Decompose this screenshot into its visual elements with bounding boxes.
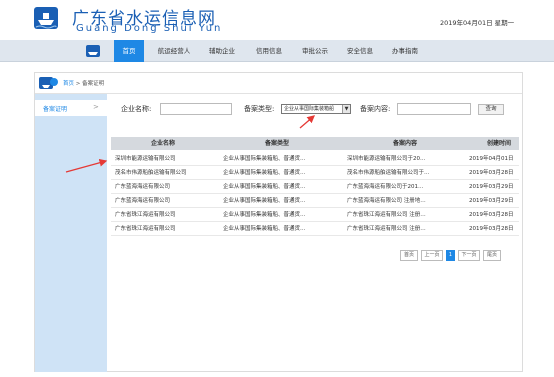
- cell-type: 企业从事国际集装箱船、普通货…: [223, 226, 306, 232]
- table-row[interactable]: 广东蓝海海运有限公司 企业从事国际集装箱船、普通货… 广东蓝海海运有限公司于20…: [111, 180, 519, 194]
- cell-type: 企业从事国际集装箱船、普通货…: [223, 170, 306, 176]
- sidebar: 备案证明 >: [35, 94, 107, 372]
- cell-content: 茂名市伟源船舶运输有限公司于…: [347, 170, 430, 176]
- cell-company[interactable]: 广东蓝海海运有限公司: [115, 194, 215, 208]
- nav-service-guide[interactable]: 办事指南: [388, 40, 422, 62]
- table-row[interactable]: 广东蓝海海运有限公司 企业从事国际集装箱船、普通货… 广东蓝海海运有限公司 注册…: [111, 194, 519, 208]
- chevron-right-icon: >: [93, 103, 99, 111]
- pager-current[interactable]: 1: [446, 250, 455, 261]
- cell-company[interactable]: 广东省珠江海运有限公司: [115, 222, 215, 236]
- header-filing-content: 备案内容: [393, 140, 418, 147]
- table-row[interactable]: 深圳市能源运输有限公司 企业从事国际集装箱船、普通货… 深圳市能源运输有限公司于…: [111, 152, 519, 166]
- sidebar-item-filing-certificate[interactable]: 备案证明 >: [35, 100, 107, 116]
- filing-type-label: 备案类型:: [244, 105, 275, 113]
- nav-auxiliary-enterprises[interactable]: 辅助企业: [205, 40, 239, 62]
- sidebar-item-label: 备案证明: [43, 106, 68, 113]
- table-row[interactable]: 茂名市伟源船舶运输有限公司 企业从事国际集装箱船、普通货… 茂名市伟源船舶运输有…: [111, 166, 519, 180]
- table-row[interactable]: 广东省珠江海运有限公司 企业从事国际集装箱船、普通货… 广东省珠江海运有限公司 …: [111, 208, 519, 222]
- cell-content: 深圳市能源运输有限公司于20…: [347, 156, 426, 162]
- nav-approval-notice[interactable]: 审批公示: [298, 40, 332, 62]
- breadcrumb-separator: >: [75, 81, 81, 87]
- filing-content-input[interactable]: [397, 103, 471, 115]
- filing-type-select[interactable]: 企业从事国际集装箱船 ▼: [281, 104, 351, 114]
- nav-credit-info[interactable]: 信用信息: [252, 40, 286, 62]
- pager-last[interactable]: 尾页: [483, 250, 501, 261]
- site-subtitle: Guang Dong Shui Yun: [76, 23, 223, 34]
- cell-date: 2019年03月28日: [469, 170, 514, 176]
- cell-company[interactable]: 广东蓝海海运有限公司: [115, 180, 215, 194]
- cell-date: 2019年03月29日: [469, 198, 514, 204]
- header-filing-type: 备案类型: [265, 140, 290, 147]
- ship-small-icon: [86, 45, 100, 57]
- ship-logo-icon[interactable]: [34, 7, 58, 29]
- table-row[interactable]: 广东省珠江海运有限公司 企业从事国际集装箱船、普通货… 广东省珠江海运有限公司 …: [111, 222, 519, 236]
- location-icon: [39, 77, 58, 89]
- current-date: 2019年04月01日 星期一: [440, 19, 515, 27]
- site-header: 广东省水运信息网 Guang Dong Shui Yun 2019年04月01日…: [0, 0, 554, 40]
- breadcrumb-current: 备案证明: [82, 81, 105, 87]
- company-name-input[interactable]: [160, 103, 232, 115]
- cell-date: 2019年03月29日: [469, 184, 514, 190]
- cell-content: 广东省珠江海运有限公司 注册…: [347, 212, 426, 218]
- divider: [35, 93, 522, 94]
- dropdown-arrow-icon[interactable]: ▼: [342, 105, 350, 113]
- pager-prev[interactable]: 上一页: [421, 250, 443, 261]
- cell-company[interactable]: 深圳市能源运输有限公司: [115, 152, 215, 166]
- cell-date: 2019年04月01日: [469, 156, 514, 162]
- filing-type-selected: 企业从事国际集装箱船: [284, 106, 335, 112]
- cell-type: 企业从事国际集装箱船、普通货…: [223, 184, 306, 190]
- cell-date: 2019年03月28日: [469, 212, 514, 218]
- header-company-name: 企业名称: [151, 140, 176, 147]
- cell-type: 企业从事国际集装箱船、普通货…: [223, 198, 306, 204]
- nav-safety-info[interactable]: 安全信息: [343, 40, 377, 62]
- pager-next[interactable]: 下一页: [458, 250, 480, 261]
- pager-first[interactable]: 首页: [400, 250, 418, 261]
- breadcrumb: 首页 > 备案证明: [63, 79, 104, 87]
- filing-content-label: 备案内容:: [360, 105, 391, 113]
- cell-company[interactable]: 广东省珠江海运有限公司: [115, 208, 215, 222]
- cell-content: 广东蓝海海运有限公司 注册地…: [347, 198, 426, 204]
- breadcrumb-home[interactable]: 首页: [63, 81, 74, 87]
- table-header: 企业名称 备案类型 备案内容 创建时间: [111, 137, 519, 150]
- cell-content: 广东蓝海海运有限公司于201…: [347, 184, 424, 190]
- header-created-time: 创建时间: [487, 140, 512, 147]
- cell-company[interactable]: 茂名市伟源船舶运输有限公司: [115, 166, 215, 180]
- cell-content: 广东省珠江海运有限公司 注册…: [347, 226, 426, 232]
- main-nav: 首页 航运经营人 辅助企业 信用信息 审批公示 安全信息 办事指南: [0, 40, 554, 62]
- cell-date: 2019年03月28日: [469, 226, 514, 232]
- cell-type: 企业从事国际集装箱船、普通货…: [223, 156, 306, 162]
- company-name-label: 企业名称:: [121, 105, 152, 113]
- query-button[interactable]: 查询: [478, 104, 504, 115]
- nav-shipping-operators[interactable]: 航运经营人: [154, 40, 194, 62]
- cell-type: 企业从事国际集装箱船、普通货…: [223, 212, 306, 218]
- nav-home[interactable]: 首页: [114, 40, 144, 62]
